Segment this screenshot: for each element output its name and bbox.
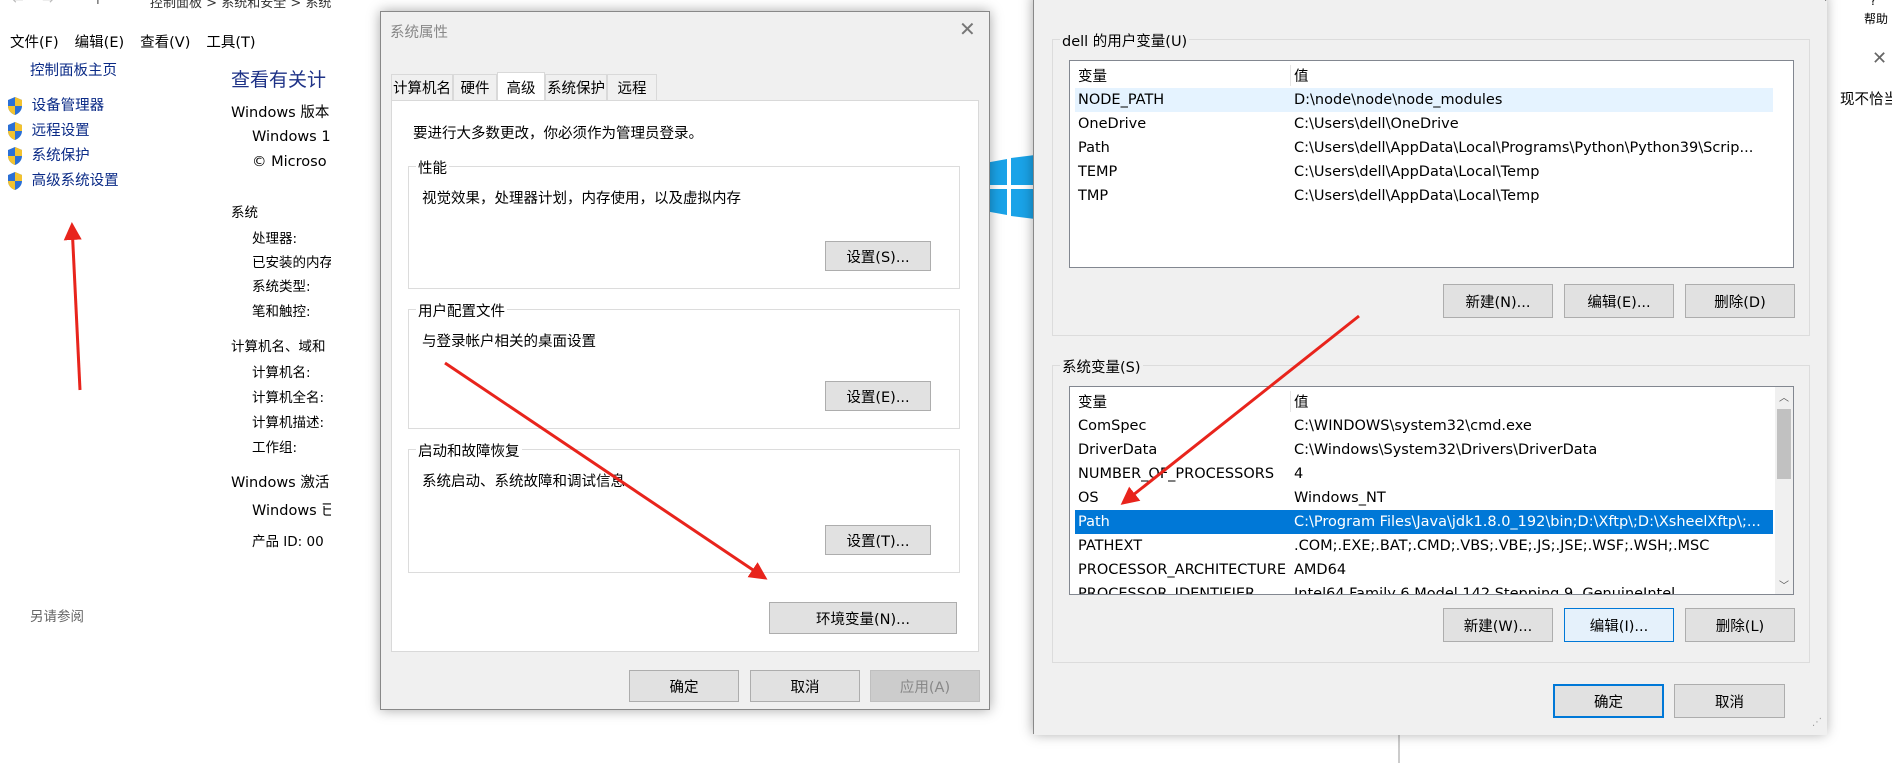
arrow-to-path-row xyxy=(1120,314,1360,505)
arrow-to-advanced-settings xyxy=(63,222,82,391)
annotation-arrows xyxy=(63,222,1360,580)
arrow-to-env-button xyxy=(444,361,768,580)
